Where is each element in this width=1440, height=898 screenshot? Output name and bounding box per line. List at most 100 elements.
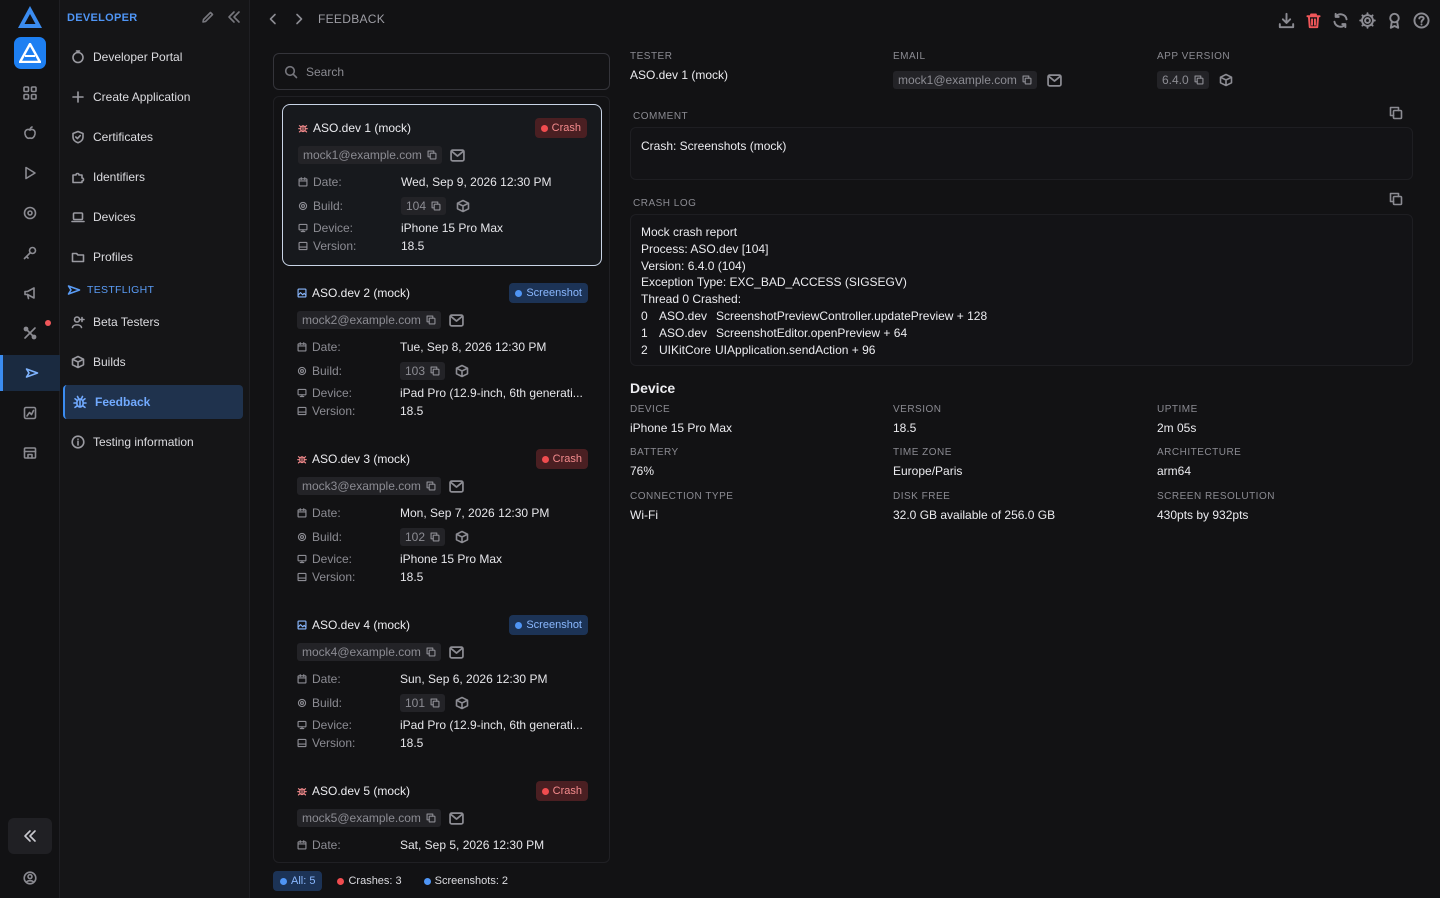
download-icon[interactable]: [1278, 12, 1295, 29]
shield-icon: [72, 130, 84, 144]
copy-icon[interactable]: [426, 813, 436, 823]
mail-icon[interactable]: [1047, 73, 1062, 87]
testflight-icon[interactable]: [0, 355, 60, 391]
sidebar-item-certificates[interactable]: Certificates: [63, 120, 243, 154]
sidebar-item-developer-portal[interactable]: Developer Portal: [63, 40, 243, 74]
apps-grid-icon[interactable]: [0, 75, 60, 111]
copy-icon[interactable]: [426, 481, 436, 491]
trash-icon[interactable]: [1305, 12, 1322, 29]
sidebar-item-testing-information[interactable]: Testing information: [63, 425, 243, 459]
package-icon[interactable]: [456, 199, 470, 213]
mail-icon[interactable]: [449, 479, 464, 493]
eye-icon[interactable]: [0, 195, 60, 231]
help-icon[interactable]: [1413, 12, 1430, 29]
package-icon[interactable]: [455, 696, 469, 710]
stack-frame: 1 ASO.dev ScreenshotEditor.openPreview + 6…: [641, 325, 908, 340]
package-icon[interactable]: [455, 530, 469, 544]
edit-icon[interactable]: [201, 10, 215, 24]
filter-all[interactable]: All: 5: [273, 871, 323, 891]
detail-email-chip[interactable]: mock1@example.com: [893, 71, 1037, 89]
bug-icon: [297, 788, 307, 796]
type-badge: Crash: [534, 118, 587, 138]
copy-crash-log-icon[interactable]: [1389, 192, 1403, 206]
build-chip[interactable]: 103: [400, 362, 446, 380]
feedback-card[interactable]: ASO.dev 2 (mock) Screenshot mock2@exampl…: [282, 270, 602, 432]
forward-arrow-icon[interactable]: [292, 12, 306, 26]
copy-icon[interactable]: [1194, 75, 1204, 85]
copy-icon[interactable]: [427, 150, 437, 160]
sidebar-item-profiles[interactable]: Profiles: [63, 240, 243, 274]
app-version-chip[interactable]: 6.4.0: [1157, 71, 1209, 89]
email-chip[interactable]: mock5@example.com: [297, 809, 441, 827]
feedback-title: ASO.dev 1 (mock): [313, 121, 412, 135]
sidebar-section-testflight: TESTFLIGHT: [67, 283, 154, 297]
icon-rail: [0, 0, 60, 898]
plus-icon: [72, 91, 84, 103]
app-icon[interactable]: [14, 37, 46, 69]
mail-icon[interactable]: [449, 645, 464, 659]
email-chip[interactable]: mock3@example.com: [297, 477, 441, 495]
feedback-title: ASO.dev 3 (mock): [312, 452, 411, 466]
tools-icon[interactable]: [0, 315, 60, 351]
build-chip[interactable]: 104: [401, 197, 447, 215]
copy-icon[interactable]: [430, 366, 440, 376]
search-input[interactable]: [306, 64, 586, 79]
sidebar-heading: DEVELOPER: [67, 12, 138, 24]
email-chip[interactable]: mock4@example.com: [297, 643, 441, 661]
feedback-title: ASO.dev 4 (mock): [312, 618, 411, 632]
brand-logo-icon[interactable]: [17, 5, 43, 29]
feedback-device: iPhone 15 Pro Max: [400, 552, 503, 566]
package-icon[interactable]: [1219, 73, 1233, 87]
copy-icon[interactable]: [426, 315, 436, 325]
sidebar-item-beta-testers[interactable]: Beta Testers: [63, 305, 243, 339]
key-icon[interactable]: [0, 235, 60, 271]
copy-comment-icon[interactable]: [1389, 106, 1403, 120]
build-chip[interactable]: 102: [400, 528, 446, 546]
feedback-list[interactable]: ASO.dev 1 (mock) Crash mock1@example.com…: [273, 96, 610, 863]
sidebar-item-label: Developer Portal: [93, 50, 183, 64]
folder-icon: [71, 252, 85, 263]
copy-icon[interactable]: [1022, 75, 1032, 85]
apple-icon[interactable]: [0, 115, 60, 151]
filter-crashes[interactable]: Crashes: 3: [330, 871, 408, 891]
mail-icon[interactable]: [450, 148, 465, 162]
store-icon[interactable]: [0, 435, 60, 471]
sidebar-item-identifiers[interactable]: Identifiers: [63, 160, 243, 194]
sidebar-item-builds[interactable]: Builds: [63, 345, 243, 379]
filter-screenshots[interactable]: Screenshots: 2: [417, 871, 515, 891]
user-account-icon[interactable]: [0, 865, 60, 891]
sidebar-item-devices[interactable]: Devices: [63, 200, 243, 234]
award-icon[interactable]: [1386, 12, 1403, 29]
sidebar-item-create-application[interactable]: Create Application: [63, 80, 243, 114]
play-store-icon[interactable]: [0, 155, 60, 191]
email-chip[interactable]: mock1@example.com: [298, 146, 442, 164]
mail-icon[interactable]: [449, 313, 464, 327]
email-chip[interactable]: mock2@example.com: [297, 311, 441, 329]
refresh-icon[interactable]: [1332, 12, 1349, 29]
collapse-sidebar-icon[interactable]: [227, 10, 241, 24]
version-icon: [297, 738, 307, 748]
feedback-card[interactable]: ASO.dev 1 (mock) Crash mock1@example.com…: [282, 104, 602, 266]
feedback-card[interactable]: ASO.dev 5 (mock) Crash mock5@example.com…: [282, 768, 602, 862]
build-chip[interactable]: 101: [400, 694, 446, 712]
build-icon: [297, 532, 307, 542]
device-icon: [298, 223, 308, 233]
settings-icon[interactable]: [1359, 12, 1376, 29]
back-arrow-icon[interactable]: [266, 12, 280, 26]
search-field[interactable]: [273, 53, 610, 90]
mail-icon[interactable]: [449, 811, 464, 825]
collapse-rail-button[interactable]: [8, 818, 52, 854]
copy-icon[interactable]: [430, 532, 440, 542]
puzzle-icon: [72, 172, 85, 184]
analytics-icon[interactable]: [0, 395, 60, 431]
copy-icon[interactable]: [431, 201, 441, 211]
copy-icon[interactable]: [426, 647, 436, 657]
package-icon[interactable]: [455, 364, 469, 378]
copy-icon[interactable]: [430, 698, 440, 708]
megaphone-icon[interactable]: [0, 275, 60, 311]
time-zone-label: TIME ZONE: [893, 447, 952, 458]
feedback-card[interactable]: ASO.dev 4 (mock) Screenshot mock4@exampl…: [282, 602, 602, 764]
sidebar-item-feedback[interactable]: Feedback: [63, 385, 243, 419]
uptime-label: UPTIME: [1157, 404, 1198, 415]
feedback-card[interactable]: ASO.dev 3 (mock) Crash mock3@example.com…: [282, 436, 602, 598]
